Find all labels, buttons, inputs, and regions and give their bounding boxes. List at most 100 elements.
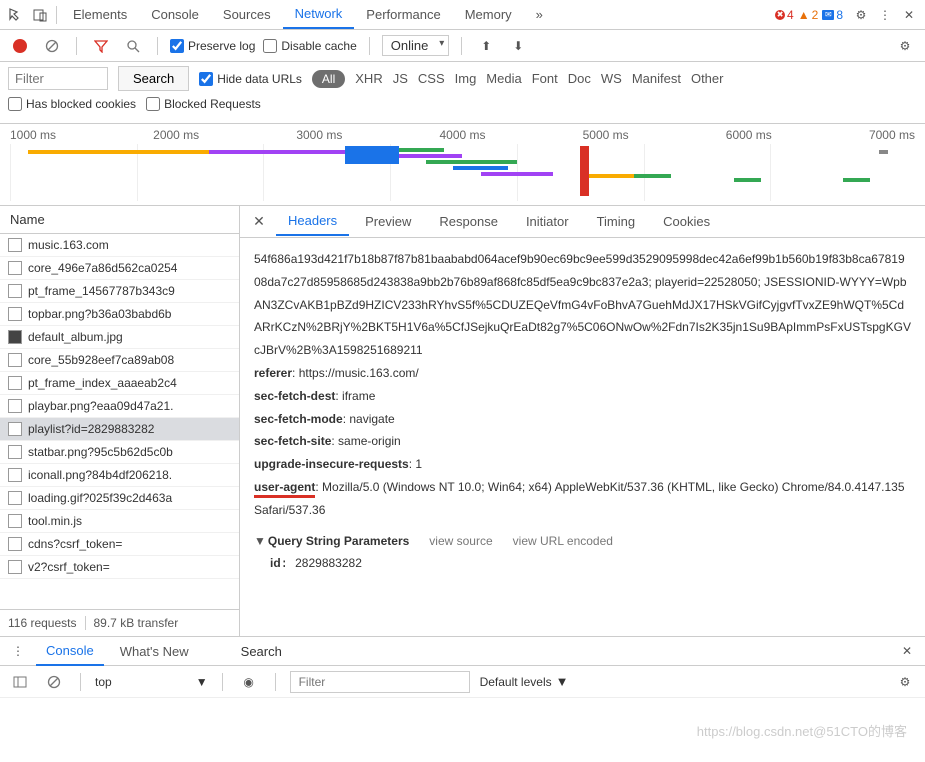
context-select[interactable]: top ▼: [95, 675, 208, 689]
filter-icon[interactable]: [89, 34, 113, 58]
request-row[interactable]: core_55b928eef7ca89ab08: [0, 349, 239, 372]
request-name: topbar.png?b36a03babd6b: [28, 307, 171, 321]
request-row[interactable]: core_496e7a86d562ca0254: [0, 257, 239, 280]
query-string-section[interactable]: ▼Query String Parameters view source vie…: [254, 530, 911, 553]
name-header[interactable]: Name: [0, 206, 239, 234]
request-name: default_album.jpg: [28, 330, 123, 344]
tab-memory[interactable]: Memory: [453, 1, 524, 28]
tab-elements[interactable]: Elements: [61, 1, 139, 28]
ftype-font[interactable]: Font: [532, 71, 558, 86]
tab-network[interactable]: Network: [283, 0, 355, 29]
info-count[interactable]: ✉8: [822, 8, 843, 22]
settings-icon[interactable]: ⚙: [849, 3, 873, 27]
clear-icon[interactable]: [40, 34, 64, 58]
request-name: iconall.png?84b4df206218.: [28, 468, 172, 482]
tab-more[interactable]: »: [524, 1, 555, 28]
request-name: pt_frame_index_aaaeab2c4: [28, 376, 177, 390]
request-row[interactable]: v2?csrf_token=: [0, 556, 239, 579]
drawer-kebab-icon[interactable]: ⋮: [6, 639, 30, 663]
request-row[interactable]: loading.gif?025f39c2d463a: [0, 487, 239, 510]
view-source-link[interactable]: view source: [429, 530, 492, 553]
console-filter-input[interactable]: [290, 671, 470, 693]
request-row[interactable]: default_album.jpg: [0, 326, 239, 349]
disable-cache-checkbox[interactable]: Disable cache: [263, 39, 356, 53]
log-levels-select[interactable]: Default levels ▼: [480, 674, 569, 689]
download-icon[interactable]: ⬇: [506, 34, 530, 58]
inspect-icon[interactable]: [4, 3, 28, 27]
file-icon: [8, 330, 22, 344]
file-icon: [8, 468, 22, 482]
filter-bar: Search Hide data URLs All XHR JS CSS Img…: [0, 62, 925, 124]
preserve-log-checkbox[interactable]: Preserve log: [170, 39, 255, 53]
close-icon[interactable]: ✕: [897, 3, 921, 27]
headers-body[interactable]: 54f686a193d421f7b18b87f87b81baababd064ac…: [240, 238, 925, 636]
drawer-tab-console[interactable]: Console: [36, 637, 104, 666]
ftype-media[interactable]: Media: [486, 71, 521, 86]
close-detail-icon[interactable]: ✕: [246, 213, 272, 230]
dtab-initiator[interactable]: Initiator: [514, 208, 581, 235]
tab-performance[interactable]: Performance: [354, 1, 452, 28]
request-name: core_496e7a86d562ca0254: [28, 261, 177, 275]
error-count[interactable]: ✖4: [775, 8, 794, 22]
ftype-xhr[interactable]: XHR: [355, 71, 382, 86]
request-name: statbar.png?95c5b62d5c0b: [28, 445, 173, 459]
drawer-close-icon[interactable]: ✕: [895, 639, 919, 663]
waterfall-overview[interactable]: 1000 ms2000 ms3000 ms4000 ms5000 ms6000 …: [0, 124, 925, 206]
throttling-select[interactable]: Online: [382, 35, 450, 56]
ftype-css[interactable]: CSS: [418, 71, 445, 86]
hide-data-urls-checkbox[interactable]: Hide data URLs: [199, 72, 302, 86]
request-row[interactable]: music.163.com: [0, 234, 239, 257]
dtab-preview[interactable]: Preview: [353, 208, 423, 235]
ftype-img[interactable]: Img: [455, 71, 477, 86]
header-user-agent: user-agent: Mozilla/5.0 (Windows NT 10.0…: [254, 476, 911, 522]
file-icon: [8, 261, 22, 275]
dtab-response[interactable]: Response: [427, 208, 510, 235]
request-row[interactable]: topbar.png?b36a03babd6b: [0, 303, 239, 326]
divider: [56, 6, 57, 24]
console-settings-icon[interactable]: ⚙: [893, 670, 917, 694]
device-toggle-icon[interactable]: [28, 3, 52, 27]
search-icon[interactable]: [121, 34, 145, 58]
warning-count[interactable]: ▲2: [798, 8, 819, 22]
upload-icon[interactable]: ⬆: [474, 34, 498, 58]
blocked-requests-checkbox[interactable]: Blocked Requests: [146, 97, 261, 111]
request-row[interactable]: playbar.png?eaa09d47a21.: [0, 395, 239, 418]
drawer-tab-search[interactable]: Search: [231, 638, 292, 665]
console-clear-icon[interactable]: [42, 670, 66, 694]
ftype-doc[interactable]: Doc: [568, 71, 591, 86]
request-name: tool.min.js: [28, 514, 82, 528]
request-row[interactable]: pt_frame_index_aaaeab2c4: [0, 372, 239, 395]
blocked-cookies-checkbox[interactable]: Has blocked cookies: [8, 97, 136, 111]
request-name: music.163.com: [28, 238, 109, 252]
request-row[interactable]: playlist?id=2829883282: [0, 418, 239, 441]
view-encoded-link[interactable]: view URL encoded: [513, 530, 613, 553]
request-row[interactable]: cdns?csrf_token=: [0, 533, 239, 556]
request-name: loading.gif?025f39c2d463a: [28, 491, 172, 505]
ftype-other[interactable]: Other: [691, 71, 724, 86]
record-button[interactable]: [8, 34, 32, 58]
drawer-tab-whatsnew[interactable]: What's New: [110, 638, 199, 665]
status-footer: 116 requests 89.7 kB transfer: [0, 609, 239, 636]
live-expression-icon[interactable]: ◉: [237, 670, 261, 694]
file-icon: [8, 491, 22, 505]
tab-console[interactable]: Console: [139, 1, 211, 28]
request-row[interactable]: iconall.png?84b4df206218.: [0, 464, 239, 487]
filter-type-all[interactable]: All: [312, 70, 345, 88]
request-row[interactable]: tool.min.js: [0, 510, 239, 533]
file-icon: [8, 284, 22, 298]
kebab-icon[interactable]: ⋮: [873, 3, 897, 27]
tab-sources[interactable]: Sources: [211, 1, 283, 28]
request-row[interactable]: pt_frame_14567787b343c9: [0, 280, 239, 303]
dtab-headers[interactable]: Headers: [276, 207, 349, 236]
dtab-cookies[interactable]: Cookies: [651, 208, 722, 235]
dtab-timing[interactable]: Timing: [585, 208, 648, 235]
ftype-js[interactable]: JS: [393, 71, 408, 86]
file-icon: [8, 537, 22, 551]
ftype-manifest[interactable]: Manifest: [632, 71, 681, 86]
ftype-ws[interactable]: WS: [601, 71, 622, 86]
request-row[interactable]: statbar.png?95c5b62d5c0b: [0, 441, 239, 464]
console-sidebar-icon[interactable]: [8, 670, 32, 694]
network-settings-icon[interactable]: ⚙: [893, 34, 917, 58]
filter-input[interactable]: [8, 67, 108, 90]
search-button[interactable]: Search: [118, 66, 189, 91]
